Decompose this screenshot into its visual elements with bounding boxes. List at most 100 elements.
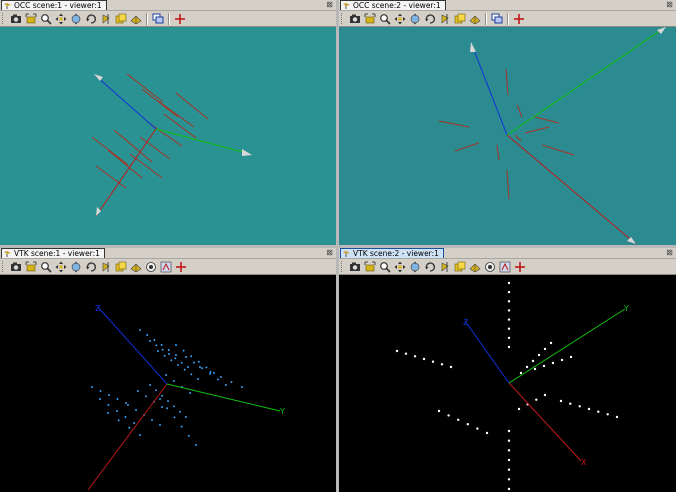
fit-all-button[interactable] [25,261,37,273]
vtk-scene-1-point [159,398,161,400]
dump-view-button[interactable] [10,261,22,273]
dump-view-icon [11,14,21,23]
close-viewer-button[interactable]: ⊠ [665,248,674,257]
vtk-scene-1-point [161,348,164,351]
zoom-button[interactable] [379,261,391,273]
vtk-scene-1-point [197,378,199,380]
shading-icon [130,15,142,24]
perspective-button[interactable] [484,261,496,273]
vtk-scene-2-point [457,418,460,421]
vtk-scene-2-point [507,458,511,462]
viewer-tab-occ-scene-2[interactable]: OCC scene:2 - viewer:1 [340,0,446,10]
trihedron-button[interactable] [115,261,127,273]
rotation-point-button[interactable] [499,261,511,273]
rotate-icon [86,13,97,24]
vtk-scene-2-point [507,439,511,442]
graduated-axes-button[interactable] [513,13,525,25]
close-viewer-button[interactable]: ⊠ [665,0,674,9]
close-viewer-button[interactable]: ⊠ [325,248,334,257]
pan-button[interactable] [55,261,67,273]
fit-all-button[interactable] [25,13,37,25]
3d-viewport[interactable] [0,27,336,245]
perspective-icon [485,261,495,272]
viewer-tab-occ-scene-1[interactable]: OCC scene:1 - viewer:1 [1,0,107,10]
vtk-scene-1-point [183,368,186,371]
clone-view-button[interactable] [491,13,503,25]
rotate-button[interactable] [424,13,436,25]
shading-button[interactable] [469,13,481,25]
perspective-button[interactable] [145,261,157,273]
pan-icon [55,13,67,24]
3d-viewport[interactable]: Z Y [0,275,336,492]
vtk-scene-1-point [139,434,141,436]
front-view-button[interactable] [100,261,112,273]
global-pan-button[interactable] [409,261,421,273]
trihedron-button[interactable] [454,13,466,25]
vtk-scene-1-point [213,372,215,374]
trihedron-button[interactable] [115,13,127,25]
zoom-button[interactable] [40,13,52,25]
vtk-scene-2-point [440,363,444,366]
perspective-icon [146,261,156,272]
fit-all-button[interactable] [364,261,376,273]
y-axis-line [155,128,247,154]
trihedron-button[interactable] [454,261,466,273]
front-view-button[interactable] [439,13,451,25]
rotate-button[interactable] [85,261,97,273]
global-pan-button[interactable] [409,13,421,25]
shading-button[interactable] [130,261,142,273]
shading-button[interactable] [469,261,481,273]
3d-viewport[interactable]: X Z Y [339,275,676,492]
vtk-scene-1-point [135,409,137,411]
trihedron-icon [115,261,127,271]
vtk-scene-1-point [177,364,179,366]
vtk-scene-2-point [507,336,511,340]
zoom-button[interactable] [40,261,52,273]
global-pan-button[interactable] [70,261,82,273]
viewer-tab-label: OCC scene:1 - viewer:1 [14,1,102,10]
vtk-scene-1-point [165,374,167,376]
pan-button[interactable] [55,13,67,25]
y-axis-label: Y [623,304,629,313]
vtk-scene-1-point [159,424,161,426]
global-pan-button[interactable] [70,13,82,25]
vtk-scene-1-point [189,392,191,394]
viewer-tab-vtk-scene-2[interactable]: VTK scene:2 - viewer:1 [340,248,444,258]
rotation-point-button[interactable] [160,261,172,273]
toolbar-grip[interactable] [341,13,344,24]
vtk-scene-1-point [99,398,101,400]
fit-all-button[interactable] [364,13,376,25]
toolbar-grip[interactable] [2,13,5,24]
vtk-scene-2-point [551,361,555,365]
graduated-axes-button[interactable] [174,13,186,25]
dump-view-button[interactable] [10,13,22,25]
global-pan-icon [71,13,81,24]
graduated-axes-button[interactable] [175,261,187,273]
graduated-axes-button[interactable] [514,261,526,273]
toolbar-grip[interactable] [341,261,344,272]
dump-view-button[interactable] [349,261,361,273]
zoom-button[interactable] [379,13,391,25]
3d-viewport[interactable] [339,27,676,245]
vtk-scene-1-point [160,344,163,346]
pan-button[interactable] [394,13,406,25]
toolbar-grip[interactable] [2,261,5,272]
shading-button[interactable] [130,13,142,25]
z-axis-label: Z [95,304,101,313]
vtk-scene-2-point [507,345,511,349]
z-axis-line [471,44,508,136]
vtk-scene-2-point [447,414,450,417]
front-view-button[interactable] [439,261,451,273]
rotate-button[interactable] [85,13,97,25]
rotate-button[interactable] [424,261,436,273]
dump-view-icon [350,14,360,23]
clone-view-button[interactable] [152,13,164,25]
viewer-tab-vtk-scene-1[interactable]: VTK scene:1 - viewer:1 [1,248,105,258]
dump-view-button[interactable] [349,13,361,25]
front-view-button[interactable] [100,13,112,25]
pan-button[interactable] [394,261,406,273]
viewer-pane-occ-scene-1: OCC scene:1 - viewer:1 ⊠ [0,0,336,245]
zoom-icon [380,261,391,273]
z-axis-arrowhead [94,74,103,81]
close-viewer-button[interactable]: ⊠ [325,0,334,9]
